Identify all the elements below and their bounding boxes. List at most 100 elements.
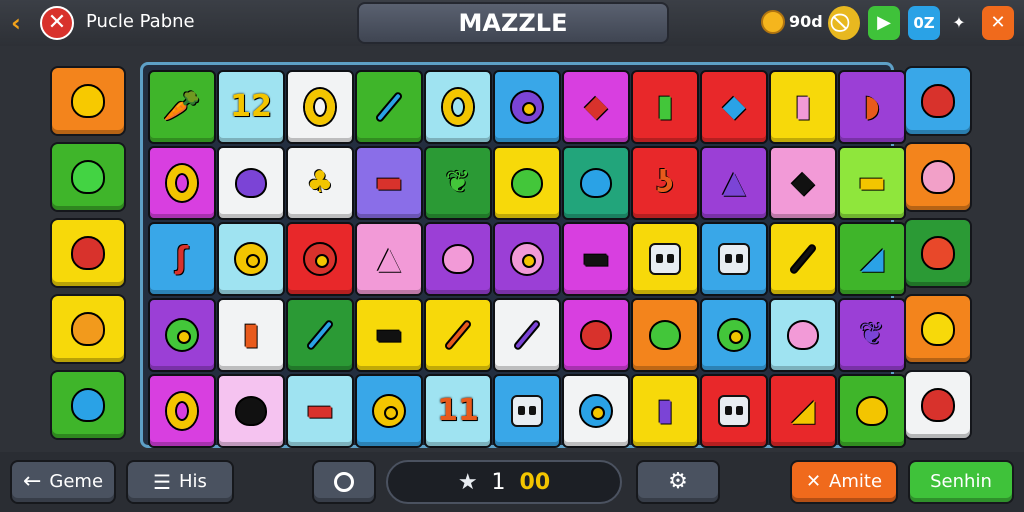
tile-r2-c7[interactable] bbox=[631, 222, 699, 296]
left-tile-4[interactable] bbox=[50, 370, 126, 440]
tile-r2-c10[interactable]: ◢ bbox=[838, 222, 906, 296]
tile-r4-c10[interactable] bbox=[838, 374, 906, 448]
tile-r3-c9[interactable] bbox=[769, 298, 837, 372]
chili-icon: ▲ bbox=[377, 241, 401, 276]
tile-r2-c2[interactable] bbox=[286, 222, 354, 296]
pencil-icon bbox=[507, 315, 547, 355]
tile-r0-c0[interactable]: 🥕 bbox=[148, 70, 216, 144]
left-tile-1[interactable] bbox=[50, 142, 126, 212]
right-tile-0[interactable] bbox=[904, 66, 972, 136]
tile-r4-c8[interactable] bbox=[700, 374, 768, 448]
tile-r0-c2[interactable] bbox=[286, 70, 354, 144]
pepper-icon: ▬ bbox=[581, 241, 611, 276]
tile-r0-c6[interactable]: ◆ bbox=[562, 70, 630, 144]
candy-icon bbox=[921, 160, 955, 194]
tile-r0-c9[interactable]: ▮ bbox=[769, 70, 837, 144]
tile-r2-c8[interactable] bbox=[700, 222, 768, 296]
leaf-icon: ❦ bbox=[859, 317, 885, 352]
left-tile-2[interactable] bbox=[50, 218, 126, 288]
zero-icon bbox=[300, 87, 340, 127]
tile-r3-c7[interactable] bbox=[631, 298, 699, 372]
tile-r3-c5[interactable] bbox=[493, 298, 561, 372]
tile-r2-c1[interactable] bbox=[217, 222, 285, 296]
settings-button[interactable]: ⚙ bbox=[636, 460, 720, 504]
tile-r4-c6[interactable] bbox=[562, 374, 630, 448]
score-value: 1 bbox=[491, 469, 506, 495]
tile-r4-c0[interactable] bbox=[148, 374, 216, 448]
senhin-button[interactable]: Senhin bbox=[908, 460, 1014, 504]
tile-r1-c4[interactable]: ❦ bbox=[424, 146, 492, 220]
tile-r4-c5[interactable] bbox=[493, 374, 561, 448]
tile-r3-c2[interactable] bbox=[286, 298, 354, 372]
tile-r2-c9[interactable] bbox=[769, 222, 837, 296]
tile-r3-c8[interactable] bbox=[700, 298, 768, 372]
close-icon[interactable]: ✕ bbox=[982, 6, 1014, 40]
tile-r3-c0[interactable] bbox=[148, 298, 216, 372]
tile-r1-c7[interactable]: ʖ bbox=[631, 146, 699, 220]
tile-r2-c4[interactable] bbox=[424, 222, 492, 296]
tile-r3-c1[interactable]: ▮ bbox=[217, 298, 285, 372]
tile-r2-c3[interactable]: ▲ bbox=[355, 222, 423, 296]
tile-r1-c8[interactable]: ▲ bbox=[700, 146, 768, 220]
tile-r1-c10[interactable]: ▬ bbox=[838, 146, 906, 220]
list-icon: ☰ bbox=[153, 470, 171, 494]
boomerang-icon: ʃ bbox=[175, 241, 189, 276]
right-tile-column bbox=[904, 66, 972, 446]
tile-r1-c1[interactable] bbox=[217, 146, 285, 220]
chevron-left-icon[interactable]: ‹ bbox=[4, 10, 28, 36]
tile-r0-c5[interactable] bbox=[493, 70, 561, 144]
tomato-icon bbox=[645, 315, 685, 355]
pipe-icon: ▬ bbox=[305, 393, 335, 428]
tile-r1-c0[interactable] bbox=[148, 146, 216, 220]
right-tile-1[interactable] bbox=[904, 142, 972, 212]
tile-r1-c3[interactable]: ▬ bbox=[355, 146, 423, 220]
bag-icon: ◆ bbox=[722, 89, 746, 124]
sparkle-icon[interactable]: ✦ bbox=[947, 6, 971, 40]
grapes-icon bbox=[576, 391, 616, 431]
tile-r4-c2[interactable]: ▬ bbox=[286, 374, 354, 448]
right-tile-4[interactable] bbox=[904, 370, 972, 440]
left-tile-0[interactable] bbox=[50, 66, 126, 136]
tile-r1-c2[interactable]: ♣ bbox=[286, 146, 354, 220]
tile-r1-c6[interactable] bbox=[562, 146, 630, 220]
carrot-icon: 🥕 bbox=[163, 89, 201, 124]
search-button[interactable] bbox=[312, 460, 376, 504]
tile-r3-c10[interactable]: ❦ bbox=[838, 298, 906, 372]
pin-icon bbox=[438, 315, 478, 355]
card-icon: ▮ bbox=[656, 89, 674, 124]
tile-r0-c3[interactable] bbox=[355, 70, 423, 144]
tile-r0-c8[interactable]: ◆ bbox=[700, 70, 768, 144]
tile-r0-c4[interactable] bbox=[424, 70, 492, 144]
right-tile-3[interactable] bbox=[904, 294, 972, 364]
tile-r4-c4[interactable]: 11 bbox=[424, 374, 492, 448]
tile-r2-c6[interactable]: ▬ bbox=[562, 222, 630, 296]
apple-icon bbox=[576, 315, 616, 355]
right-tile-2[interactable] bbox=[904, 218, 972, 288]
oz-badge[interactable]: 0Z bbox=[908, 6, 940, 40]
game-button[interactable]: ← Geme bbox=[10, 460, 116, 504]
lemon-icon bbox=[507, 163, 547, 203]
shield-icon bbox=[71, 312, 105, 346]
tile-r0-c7[interactable]: ▮ bbox=[631, 70, 699, 144]
tile-r2-c5[interactable] bbox=[493, 222, 561, 296]
game-board: 🥕 12 ◆ ▮ ◆ ▮ ◗ ♣ ▬ ❦ ʖ ▲ ◆ ▬ ʃ ▲ ▬ ◢ ▮ ▬ ❦ ▬ 11 ▮ ◢ bbox=[140, 62, 906, 448]
tile-r3-c3[interactable]: ▬ bbox=[355, 298, 423, 372]
tile-r0-c10[interactable]: ◗ bbox=[838, 70, 906, 144]
tile-r4-c7[interactable]: ▮ bbox=[631, 374, 699, 448]
no-ads-icon[interactable]: ⃠ bbox=[828, 6, 860, 40]
tile-r4-c1[interactable] bbox=[217, 374, 285, 448]
tile-r4-c9[interactable]: ◢ bbox=[769, 374, 837, 448]
tile-r1-c9[interactable]: ◆ bbox=[769, 146, 837, 220]
amite-button[interactable]: ✕ Amite bbox=[790, 460, 898, 504]
play-icon[interactable]: ▶ bbox=[868, 6, 900, 40]
left-tile-3[interactable] bbox=[50, 294, 126, 364]
tile-r1-c5[interactable] bbox=[493, 146, 561, 220]
tile-r0-c1[interactable]: 12 bbox=[217, 70, 285, 144]
x-circle-icon[interactable]: ✕ bbox=[40, 6, 74, 40]
tile-r3-c6[interactable] bbox=[562, 298, 630, 372]
history-button[interactable]: ☰ His bbox=[126, 460, 234, 504]
tile-r4-c3[interactable] bbox=[355, 374, 423, 448]
tile-r3-c4[interactable] bbox=[424, 298, 492, 372]
coin-icon bbox=[761, 10, 785, 34]
tile-r2-c0[interactable]: ʃ bbox=[148, 222, 216, 296]
